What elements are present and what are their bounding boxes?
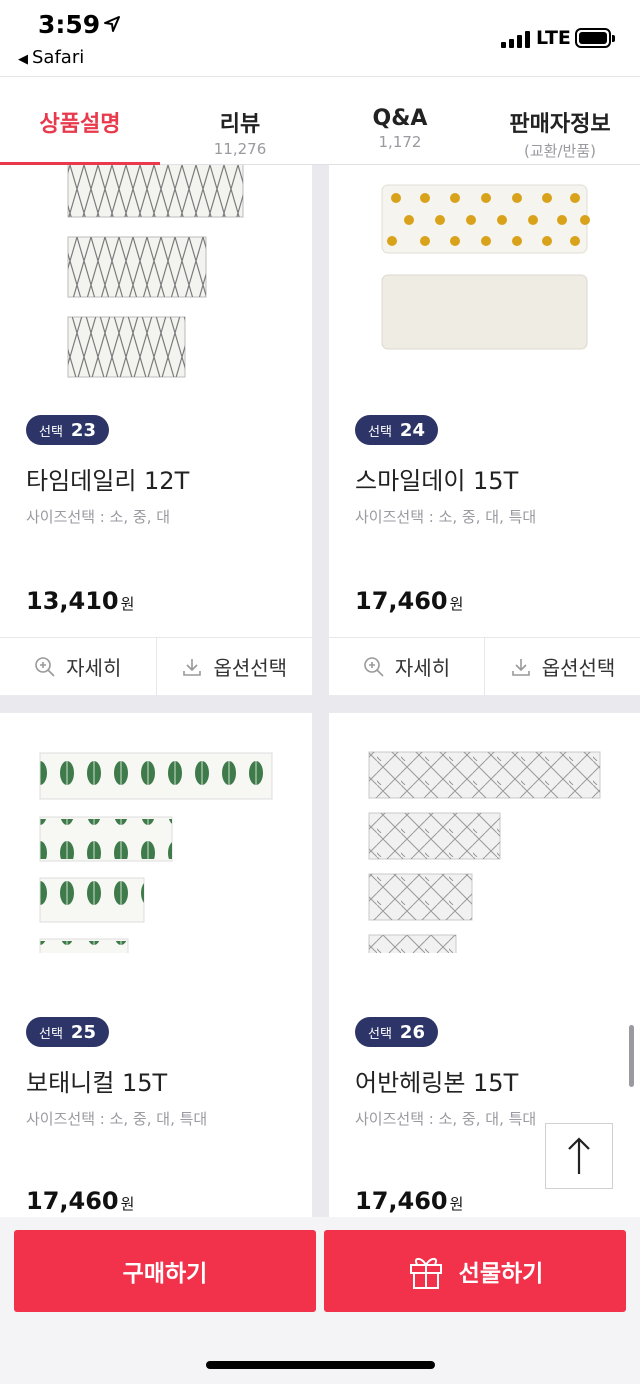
option-badge: 선택 24 — [355, 415, 438, 445]
badge-label: 선택 — [368, 1026, 392, 1042]
price-currency: 원 — [120, 1195, 135, 1213]
cellular-signal-icon — [501, 30, 530, 48]
tab-label: 리뷰 — [219, 112, 261, 137]
network-type: LTE — [536, 27, 571, 49]
product-grid: 선택 23 타임데일리 12T 사이즈선택 : 소, 중, 대 13,410 원 … — [0, 165, 640, 1217]
product-image — [67, 165, 244, 378]
option-label: 옵션선택 — [213, 656, 288, 680]
price-value: 17,460 — [355, 587, 448, 615]
product-sizes: 사이즈선택 : 소, 중, 대 — [26, 508, 171, 526]
product-tab-bar: 상품설명 리뷰 11,276 Q&A 1,172 판매자정보 (교환/반품) — [0, 76, 640, 165]
download-icon — [183, 658, 202, 676]
home-indicator[interactable] — [206, 1361, 435, 1369]
zoom-in-icon — [364, 656, 384, 677]
price-currency: 원 — [449, 1195, 464, 1213]
purchase-bar: 구매하기 선물하기 — [0, 1217, 640, 1384]
product-card[interactable]: 선택 23 타임데일리 12T 사이즈선택 : 소, 중, 대 13,410 원 … — [0, 165, 312, 695]
option-label: 옵션선택 — [541, 656, 616, 680]
badge-number: 24 — [399, 419, 425, 441]
tab-label: 상품설명 — [39, 112, 121, 137]
detail-label: 자세히 — [66, 656, 122, 680]
detail-button[interactable]: 자세히 — [329, 638, 484, 695]
product-name: 스마일데이 15T — [355, 467, 519, 495]
product-image — [381, 184, 590, 350]
detail-button[interactable]: 자세히 — [0, 638, 156, 695]
status-time: 3:59 — [38, 10, 101, 39]
product-image — [368, 751, 601, 953]
badge-label: 선택 — [39, 1026, 63, 1042]
price-currency: 원 — [120, 595, 135, 613]
product-name: 어반헤링본 15T — [355, 1069, 519, 1097]
product-sizes: 사이즈선택 : 소, 중, 대, 특대 — [355, 508, 537, 526]
tab-seller-info[interactable]: 판매자정보 (교환/반품) — [480, 77, 640, 164]
product-sizes: 사이즈선택 : 소, 중, 대, 특대 — [26, 1110, 208, 1128]
badge-number: 26 — [399, 1021, 425, 1043]
tab-count: 1,172 — [378, 133, 422, 151]
back-app-label: Safari — [32, 47, 85, 68]
scroll-to-top-button[interactable] — [545, 1123, 613, 1189]
buy-label: 구매하기 — [122, 1261, 208, 1287]
badge-label: 선택 — [39, 424, 63, 440]
option-select-button[interactable]: 옵션선택 — [484, 638, 640, 695]
product-card[interactable]: 선택 25 보태니컬 15T 사이즈선택 : 소, 중, 대, 특대 17,46… — [0, 713, 312, 1217]
card-actions: 자세히 옵션선택 — [329, 637, 640, 695]
back-to-app-link[interactable]: ◀ Safari — [18, 47, 84, 68]
gift-label: 선물하기 — [458, 1261, 544, 1287]
download-icon — [511, 658, 530, 676]
buy-button[interactable]: 구매하기 — [14, 1230, 316, 1312]
product-image — [39, 752, 273, 953]
badge-label: 선택 — [368, 424, 392, 440]
scroll-indicator[interactable] — [629, 1025, 634, 1087]
status-bar: 3:59 ◀ Safari LTE — [0, 0, 640, 76]
product-price: 17,460 원 — [355, 1187, 463, 1215]
location-arrow-icon — [104, 16, 120, 32]
back-triangle-icon: ◀ — [18, 52, 28, 67]
product-sizes: 사이즈선택 : 소, 중, 대, 특대 — [355, 1110, 537, 1128]
detail-label: 자세히 — [394, 656, 451, 680]
tab-label: 판매자정보 — [509, 112, 611, 137]
tab-reviews[interactable]: 리뷰 11,276 — [160, 77, 320, 164]
product-price: 17,460 원 — [26, 1187, 134, 1215]
product-price: 17,460 원 — [355, 587, 463, 615]
option-select-button[interactable]: 옵션선택 — [155, 638, 313, 695]
price-value: 17,460 — [355, 1187, 448, 1215]
gift-icon — [409, 1257, 442, 1289]
badge-number: 25 — [70, 1021, 96, 1043]
card-actions: 자세히 옵션선택 — [0, 637, 312, 695]
tab-label: Q&A — [372, 106, 428, 131]
badge-number: 23 — [70, 419, 96, 441]
zoom-in-icon — [35, 656, 55, 677]
product-name: 타임데일리 12T — [26, 467, 190, 495]
option-badge: 선택 23 — [26, 415, 109, 445]
tab-description[interactable]: 상품설명 — [0, 77, 160, 165]
product-price: 13,410 원 — [26, 587, 134, 615]
price-currency: 원 — [449, 595, 464, 613]
option-badge: 선택 26 — [355, 1017, 438, 1047]
tab-qna[interactable]: Q&A 1,172 — [320, 77, 480, 164]
option-badge: 선택 25 — [26, 1017, 109, 1047]
price-value: 17,460 — [26, 1187, 119, 1215]
price-value: 13,410 — [26, 587, 119, 615]
product-card[interactable]: 선택 24 스마일데이 15T 사이즈선택 : 소, 중, 대, 특대 17,4… — [329, 165, 640, 695]
arrow-up-icon — [568, 1137, 590, 1174]
battery-icon — [575, 28, 615, 48]
tab-count: 11,276 — [213, 140, 267, 158]
product-name: 보태니컬 15T — [26, 1069, 168, 1097]
tab-sub: (교환/반품) — [524, 142, 596, 160]
gift-button[interactable]: 선물하기 — [324, 1230, 626, 1312]
